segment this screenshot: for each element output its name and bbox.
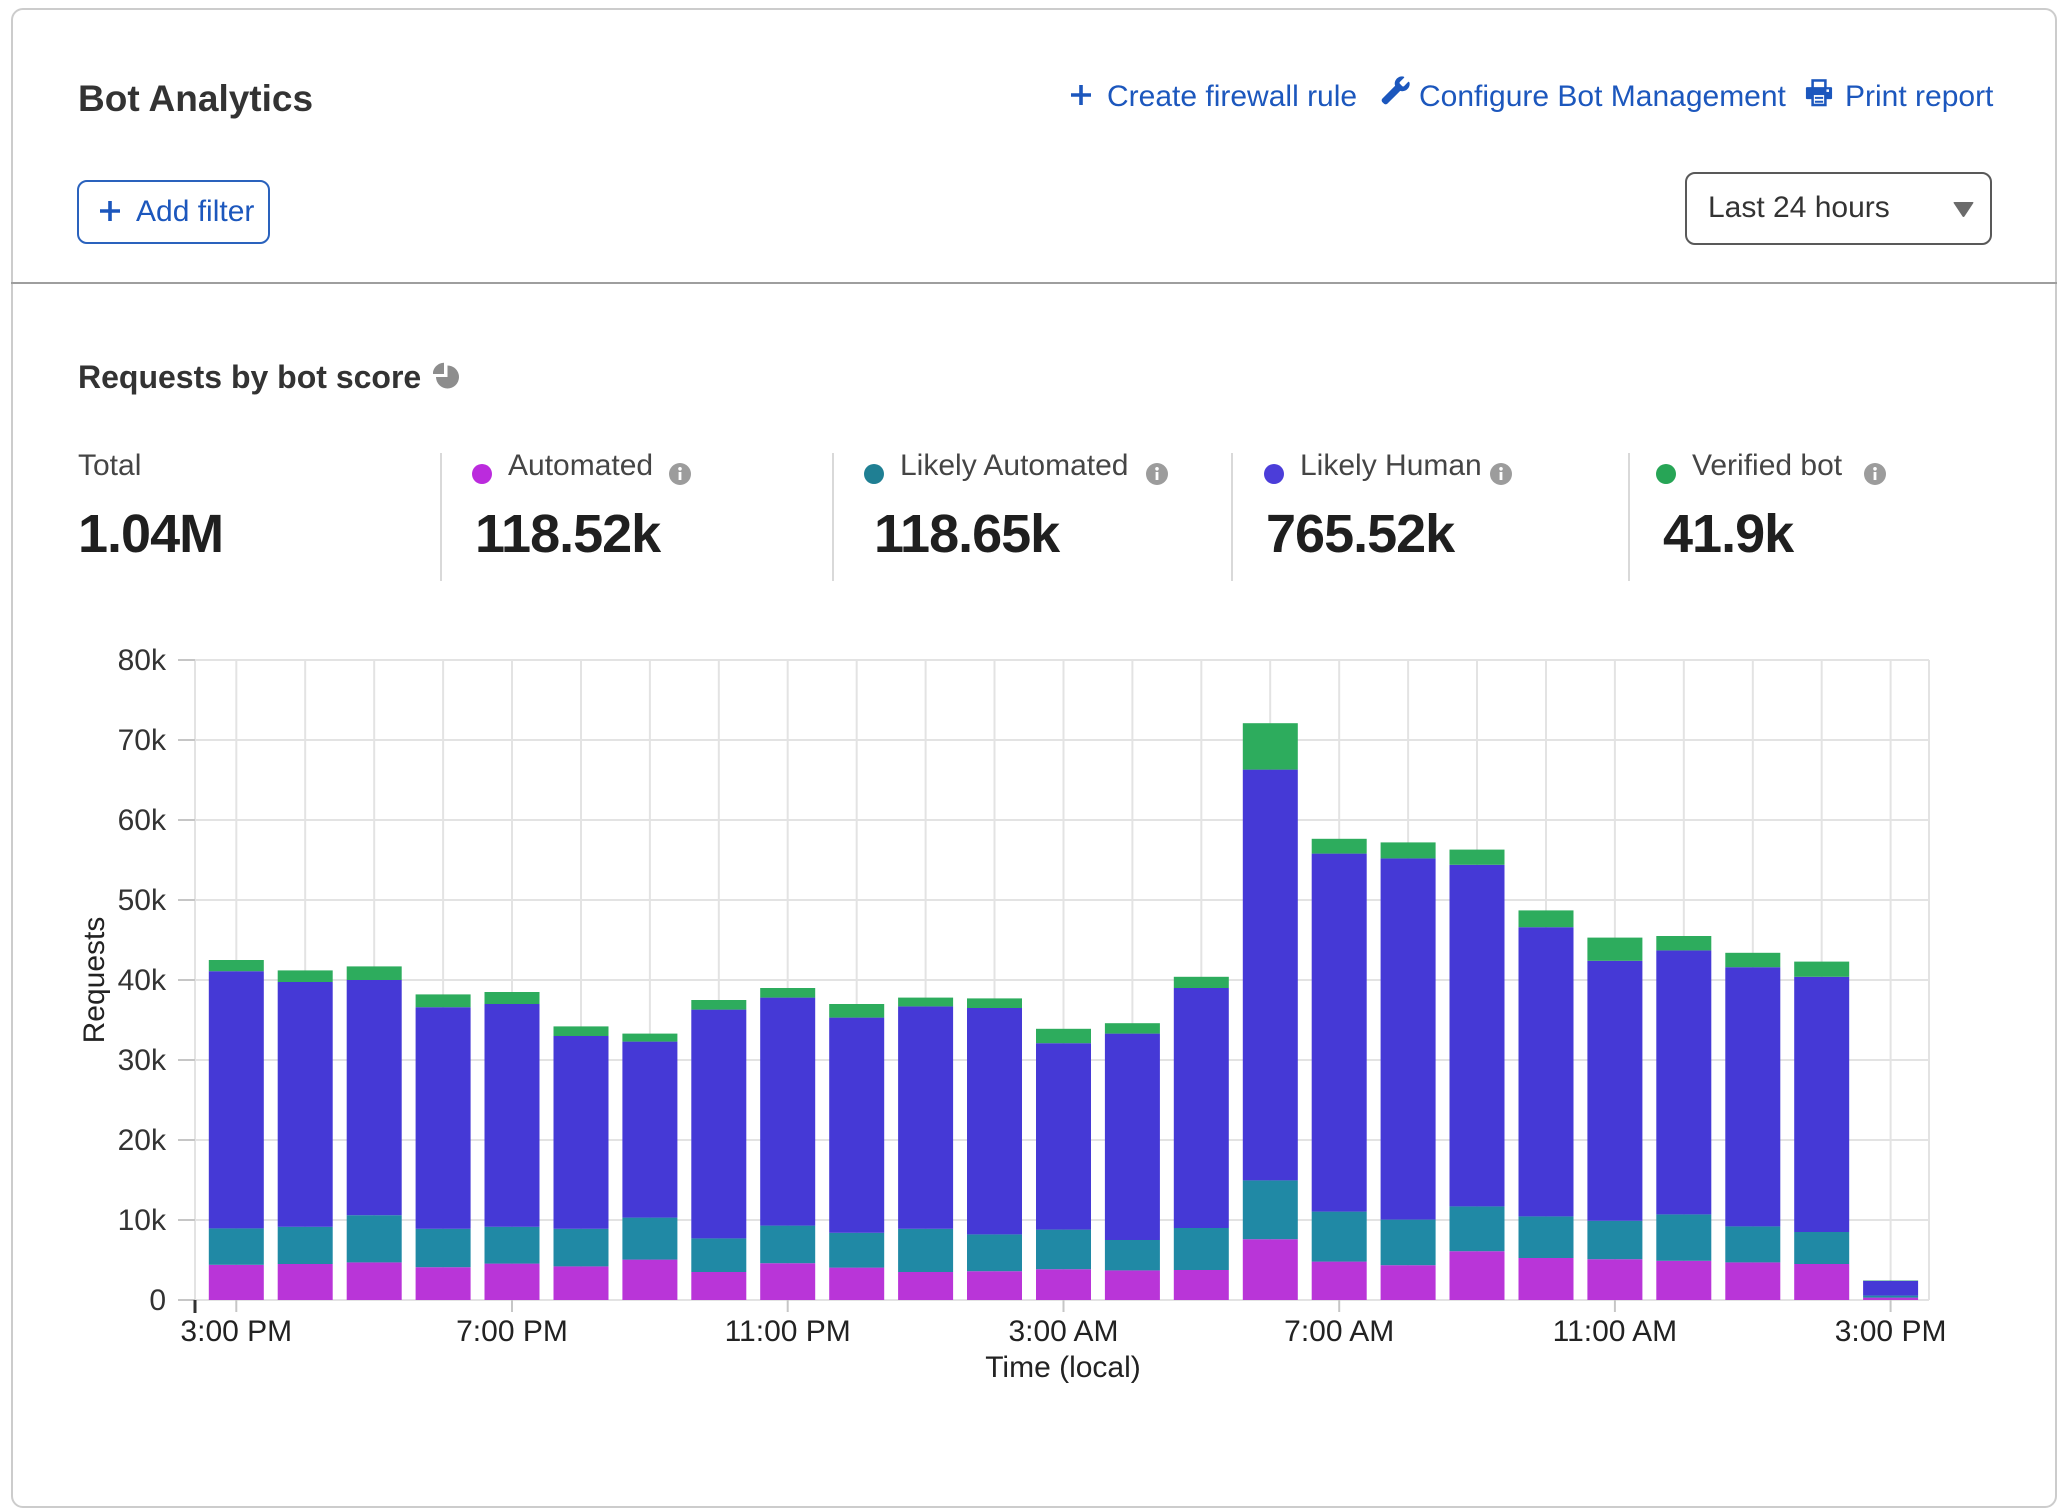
svg-text:40k: 40k bbox=[118, 964, 167, 997]
svg-text:7:00 PM: 7:00 PM bbox=[456, 1315, 568, 1348]
svg-text:3:00 PM: 3:00 PM bbox=[180, 1315, 292, 1348]
svg-text:Time (local): Time (local) bbox=[985, 1351, 1141, 1384]
svg-text:0: 0 bbox=[149, 1284, 166, 1317]
svg-text:3:00 AM: 3:00 AM bbox=[1008, 1315, 1118, 1348]
svg-text:60k: 60k bbox=[118, 804, 167, 837]
svg-text:3:00 PM: 3:00 PM bbox=[1835, 1315, 1947, 1348]
svg-text:20k: 20k bbox=[118, 1124, 167, 1157]
svg-text:Requests: Requests bbox=[78, 917, 111, 1044]
svg-text:80k: 80k bbox=[118, 644, 167, 677]
svg-text:10k: 10k bbox=[118, 1204, 167, 1237]
svg-text:30k: 30k bbox=[118, 1044, 167, 1077]
svg-text:50k: 50k bbox=[118, 884, 167, 917]
svg-text:11:00 PM: 11:00 PM bbox=[725, 1315, 851, 1348]
svg-text:70k: 70k bbox=[118, 724, 167, 757]
svg-text:7:00 AM: 7:00 AM bbox=[1284, 1315, 1394, 1348]
svg-text:11:00 AM: 11:00 AM bbox=[1553, 1315, 1678, 1348]
